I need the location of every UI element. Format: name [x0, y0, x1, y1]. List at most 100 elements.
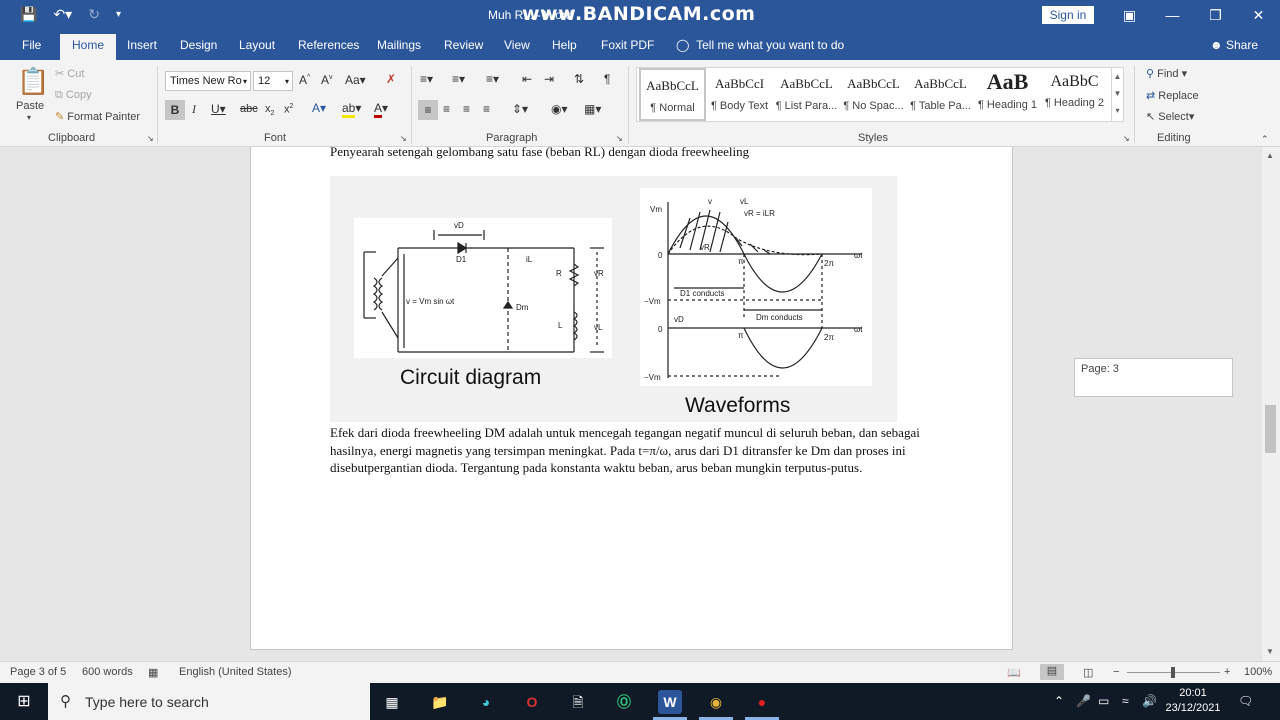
numbering-icon[interactable]: ≡▾ — [452, 72, 465, 86]
superscript-button[interactable]: x2 — [284, 103, 293, 116]
print-layout-icon[interactable]: ▤ — [1040, 664, 1064, 680]
embedded-figure[interactable]: vD D1 iL R L vR vL v = Vm sin ωt Dm Circ… — [330, 176, 897, 422]
style-heading-2[interactable]: AaBbC ¶ Heading 2 — [1041, 68, 1108, 121]
align-right-button[interactable]: ≡ — [463, 102, 470, 116]
tab-review[interactable]: Review — [444, 38, 483, 52]
file-explorer-icon[interactable]: 📁 — [428, 690, 452, 714]
language-indicator[interactable]: English (United States) — [179, 666, 292, 678]
bold-button[interactable]: B — [165, 100, 185, 120]
microphone-icon[interactable]: 🎤 — [1076, 694, 1091, 708]
style-normal[interactable]: AaBbCcL ¶ Normal — [639, 68, 706, 121]
select-button[interactable]: ↖ Select▾ — [1146, 110, 1194, 123]
font-launcher-icon[interactable]: ↘ — [400, 134, 407, 143]
font-name-combo[interactable]: Times New Ro ▾ — [165, 71, 251, 91]
multilevel-list-icon[interactable]: ≡▾ — [486, 72, 499, 86]
show-marks-icon[interactable]: ¶ — [604, 72, 610, 86]
document-file-icon[interactable]: 🗎 — [566, 690, 590, 714]
scroll-thumb[interactable] — [1265, 405, 1276, 453]
wifi-icon[interactable]: ≈ — [1122, 694, 1129, 708]
upwork-app-icon[interactable]: Ⓞ — [612, 690, 636, 714]
strikethrough-button[interactable]: abc — [240, 103, 258, 115]
redo-icon[interactable]: ↻ — [88, 6, 100, 23]
zoom-slider-thumb[interactable] — [1171, 667, 1175, 678]
start-windows-icon[interactable]: ⊞ — [12, 690, 36, 714]
format-painter-button[interactable]: ✎ Format Painter — [55, 110, 140, 123]
vertical-scrollbar[interactable]: ▲ ▼ — [1262, 147, 1280, 661]
zoom-out-icon[interactable]: − — [1113, 666, 1119, 678]
tab-view[interactable]: View — [504, 38, 530, 52]
task-view-icon[interactable]: ▦ — [380, 690, 404, 714]
styles-scroll[interactable]: ▲ ▼ ▾ — [1111, 68, 1123, 121]
style-no-spacing[interactable]: AaBbCcL ¶ No Spac... — [840, 68, 907, 121]
save-icon[interactable]: 💾 — [20, 6, 37, 23]
style-list-paragraph[interactable]: AaBbCcL ¶ List Para... — [773, 68, 840, 121]
style-table-paragraph[interactable]: AaBbCcL ¶ Table Pa... — [907, 68, 974, 121]
style-body-text[interactable]: AaBbCcI ¶ Body Text — [706, 68, 773, 121]
tray-chevron-icon[interactable]: ⌃ — [1054, 694, 1064, 708]
scroll-up-icon[interactable]: ▲ — [1266, 151, 1274, 160]
sign-in-button[interactable]: Sign in — [1042, 6, 1094, 24]
tab-foxit-pdf[interactable]: Foxit PDF — [601, 38, 654, 52]
system-clock[interactable]: 20:01 23/12/2021 — [1162, 686, 1224, 716]
borders-icon[interactable]: ▦▾ — [584, 102, 601, 116]
edge-browser-icon[interactable]: ◕ — [474, 690, 498, 714]
justify-button[interactable]: ≡ — [483, 102, 490, 116]
paste-button[interactable]: Paste — [16, 100, 44, 112]
text-effects-icon[interactable]: A▾ — [312, 101, 326, 115]
increase-indent-icon[interactable]: ⇥ — [544, 72, 554, 86]
find-button[interactable]: ⚲ Find ▾ — [1146, 67, 1187, 80]
decrease-indent-icon[interactable]: ⇤ — [522, 72, 532, 86]
battery-icon[interactable]: ▭ — [1098, 694, 1109, 708]
line-spacing-icon[interactable]: ⇕▾ — [512, 102, 528, 116]
clear-formatting-icon[interactable]: ✗ — [386, 72, 396, 86]
read-mode-icon[interactable]: 📖 — [1007, 666, 1021, 679]
scroll-down-icon[interactable]: ▼ — [1266, 647, 1274, 656]
close-button[interactable]: ✕ — [1237, 0, 1280, 31]
tab-home[interactable]: Home — [60, 34, 117, 60]
highlight-color-icon[interactable]: ab▾ — [342, 101, 361, 118]
tab-references[interactable]: References — [298, 38, 359, 52]
shrink-font-icon[interactable]: Av — [321, 73, 333, 87]
tab-layout[interactable]: Layout — [239, 38, 275, 52]
style-heading-1[interactable]: AaB ¶ Heading 1 — [974, 68, 1041, 121]
sort-icon[interactable]: ⇅ — [574, 72, 584, 86]
tab-insert[interactable]: Insert — [127, 38, 157, 52]
collapse-ribbon-icon[interactable]: ⌃ — [1261, 134, 1269, 145]
align-left-button[interactable]: ≡ — [418, 100, 438, 120]
word-count[interactable]: 600 words — [82, 666, 133, 678]
zoom-in-icon[interactable]: + — [1224, 666, 1230, 678]
proofing-icon[interactable]: ▦ — [148, 666, 158, 679]
chrome-browser-icon[interactable]: ◉ — [704, 690, 728, 714]
clipboard-launcher-icon[interactable]: ↘ — [147, 134, 154, 143]
styles-launcher-icon[interactable]: ↘ — [1123, 134, 1130, 143]
subscript-button[interactable]: x2 — [265, 103, 274, 117]
underline-button[interactable]: U▾ — [211, 102, 226, 116]
tell-me-search[interactable]: ◯ Tell me what you want to do — [676, 38, 844, 52]
document-page[interactable]: Penyearah setengah gelombang satu fase (… — [250, 147, 1013, 650]
undo-icon[interactable]: ↶▾ — [53, 6, 72, 23]
cut-button[interactable]: ✂ Cut — [55, 67, 84, 80]
volume-icon[interactable]: 🔊 — [1142, 694, 1157, 708]
copy-button[interactable]: ⧉ Copy — [55, 89, 92, 102]
ribbon-display-options-icon[interactable]: ▣ — [1108, 0, 1151, 31]
zoom-level[interactable]: 100% — [1244, 666, 1272, 678]
customize-qat-icon[interactable]: ▾ — [116, 9, 121, 20]
tab-help[interactable]: Help — [552, 38, 577, 52]
minimize-button[interactable]: — — [1151, 0, 1194, 31]
grow-font-icon[interactable]: A^ — [299, 73, 310, 87]
change-case-icon[interactable]: Aa▾ — [345, 73, 366, 87]
page-count[interactable]: Page 3 of 5 — [10, 666, 66, 678]
paste-icon[interactable]: 📋 — [17, 66, 49, 97]
paste-dropdown-icon[interactable]: ▾ — [27, 113, 31, 122]
restore-button[interactable]: ❐ — [1194, 0, 1237, 31]
tab-file[interactable]: File — [22, 38, 41, 52]
italic-button[interactable]: I — [192, 102, 196, 117]
font-color-icon[interactable]: A▾ — [374, 101, 388, 118]
tab-design[interactable]: Design — [180, 38, 217, 52]
paragraph-launcher-icon[interactable]: ↘ — [616, 134, 623, 143]
align-center-button[interactable]: ≡ — [443, 102, 450, 116]
word-app-icon[interactable]: W — [658, 690, 682, 714]
web-layout-icon[interactable]: ◫ — [1083, 666, 1093, 679]
taskbar-search-box[interactable]: ⚲ Type here to search — [48, 683, 370, 720]
shading-icon[interactable]: ◉▾ — [551, 102, 568, 116]
